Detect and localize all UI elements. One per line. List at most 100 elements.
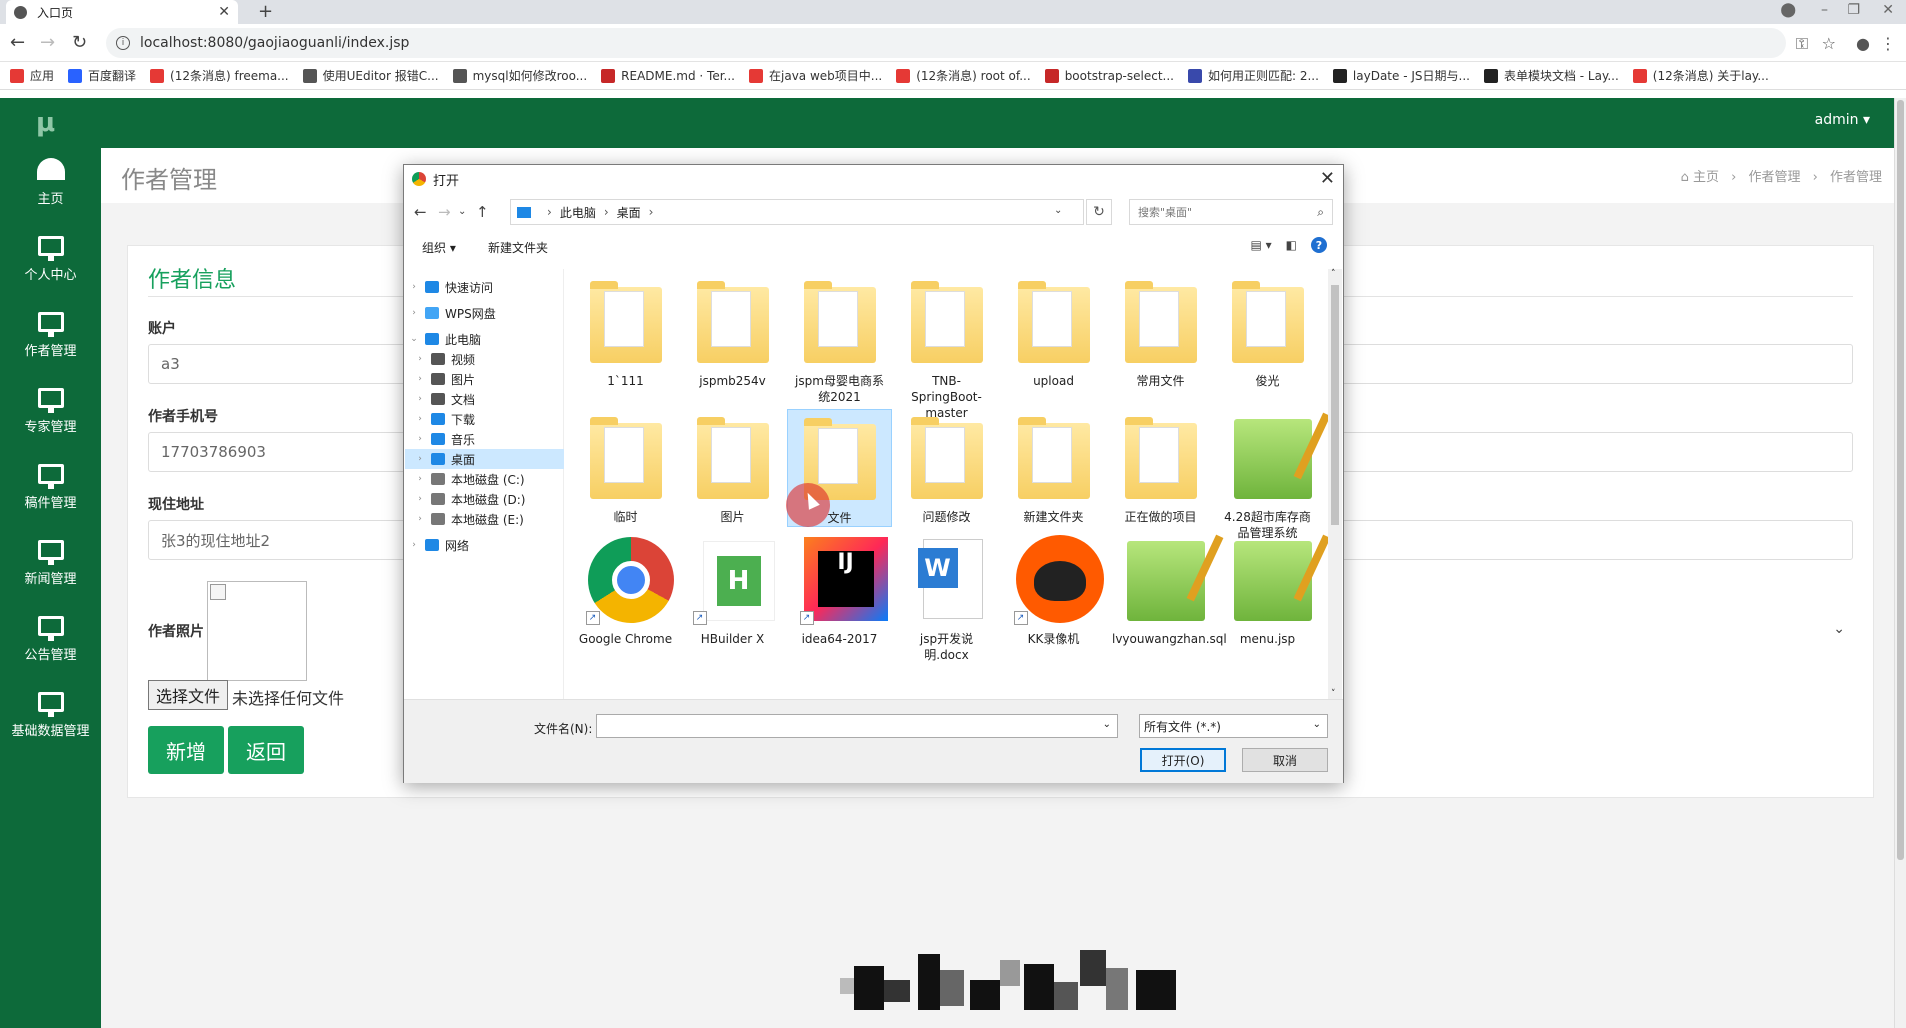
bookmark-item[interactable]: 如何用正则匹配: 2... (1187, 67, 1319, 84)
key-icon[interactable]: ⚿ (1796, 34, 1808, 54)
back-button[interactable]: 返回 (228, 726, 304, 774)
close-tab-icon[interactable]: ✕ (218, 4, 230, 20)
bookmark-item[interactable]: mysql如何修改roo... (452, 67, 587, 84)
file-item[interactable]: 正在做的项目 (1108, 409, 1213, 527)
breadcrumb-home[interactable]: 主页 (1693, 170, 1719, 185)
bookmark-item[interactable]: layDate - JS日期与... (1332, 67, 1470, 84)
file-item[interactable]: menu.jsp (1215, 531, 1320, 663)
nav-item[interactable]: › 网络 (405, 535, 564, 555)
bookmark-item[interactable]: 应用 (10, 67, 54, 84)
bookmark-item[interactable]: README.md · Ter... (601, 68, 735, 83)
chevron-down-icon[interactable]: ⌄ (1103, 719, 1111, 730)
bookmark-item[interactable]: 在java web项目中... (749, 67, 882, 84)
sidebar-item[interactable]: 基础数据管理 (0, 692, 101, 764)
nav-item[interactable]: › 文档 (405, 389, 564, 409)
scroll-up-icon[interactable]: ˄ (1331, 269, 1336, 279)
sidebar-item[interactable]: 稿件管理 (0, 464, 101, 536)
sidebar-item[interactable]: 个人中心 (0, 236, 101, 308)
file-item[interactable]: jspm母婴电商系统2021 (787, 273, 892, 404)
cancel-button[interactable]: 取消 (1242, 748, 1328, 772)
back-icon[interactable]: ← (10, 32, 25, 53)
expand-arrow-icon[interactable]: › (415, 354, 425, 364)
dialog-scrollbar[interactable]: ˄ ˅ (1328, 269, 1342, 699)
expand-arrow-icon[interactable]: › (409, 540, 419, 550)
bookmark-item[interactable]: (12条消息) freema... (150, 67, 289, 84)
breadcrumb-item[interactable]: 作者管理 (1748, 170, 1800, 185)
bookmark-item[interactable]: 使用UEditor 报错C... (302, 67, 439, 84)
file-item[interactable]: upload (1001, 273, 1106, 391)
scroll-down-icon[interactable]: ˅ (1331, 689, 1336, 699)
help-icon[interactable]: ? (1311, 237, 1327, 253)
refresh-icon[interactable]: ↻ (1086, 199, 1112, 225)
preview-pane-icon[interactable]: ◧ (1286, 238, 1297, 252)
file-item[interactable]: 图片 (680, 409, 785, 527)
admin-menu[interactable]: admin ▾ (1815, 112, 1870, 128)
minimize-icon[interactable]: – (1821, 2, 1828, 18)
sidebar-item[interactable]: 作者管理 (0, 312, 101, 384)
nav-item[interactable]: ⌄ 此电脑 (405, 329, 564, 349)
menu-icon[interactable]: ⋮ (1880, 34, 1896, 53)
sidebar-item[interactable]: 新闻管理 (0, 540, 101, 612)
nav-item[interactable]: › 视频 (405, 349, 564, 369)
profile-icon[interactable]: ● (1856, 34, 1870, 53)
expand-arrow-icon[interactable]: › (415, 474, 425, 484)
forward-icon[interactable]: → (40, 32, 55, 53)
file-item[interactable]: 常用文件 (1108, 273, 1213, 391)
path-item-desktop[interactable]: 桌面 (617, 204, 641, 221)
bookmark-item[interactable]: (12条消息) 关于lay... (1632, 67, 1769, 84)
file-item[interactable]: ↗ Google Chrome (573, 531, 678, 663)
file-item[interactable]: 新建文件夹 (1001, 409, 1106, 527)
site-info-icon[interactable]: i (116, 36, 130, 50)
window-close-icon[interactable]: ✕ (1882, 2, 1894, 18)
change-view-icon[interactable]: ▤ ▾ (1250, 238, 1271, 252)
nav-item[interactable]: › WPS网盘 (405, 303, 564, 323)
file-item[interactable]: ↗ KK录像机 (1001, 531, 1106, 663)
nav-item[interactable]: › 下载 (405, 409, 564, 429)
nav-item[interactable]: › 本地磁盘 (E:) (405, 509, 564, 529)
expand-arrow-icon[interactable]: › (415, 434, 425, 444)
path-item-this-pc[interactable]: 此电脑 (560, 204, 596, 221)
choose-file-button[interactable]: 选择文件 (148, 680, 228, 710)
expand-arrow-icon[interactable]: › (409, 282, 419, 292)
page-scrollbar[interactable] (1894, 98, 1906, 1028)
nav-item[interactable]: › 图片 (405, 369, 564, 389)
new-folder-button[interactable]: 新建文件夹 (488, 239, 548, 256)
sidebar-item[interactable]: 公告管理 (0, 616, 101, 688)
file-item[interactable]: IJ ↗ idea64-2017 (787, 531, 892, 663)
nav-item[interactable]: › 桌面 (405, 449, 564, 469)
nav-item[interactable]: › 音乐 (405, 429, 564, 449)
account-icon[interactable]: ⬤ (1780, 2, 1796, 18)
expand-arrow-icon[interactable]: › (415, 454, 425, 464)
file-item[interactable]: jspmb254v (680, 273, 785, 391)
expand-arrow-icon[interactable]: › (415, 394, 425, 404)
chevron-down-icon[interactable]: ⌄ (1833, 621, 1845, 637)
dialog-path-bar[interactable]: › 此电脑 › 桌面 › (510, 199, 1084, 225)
restore-icon[interactable]: ❐ (1847, 2, 1860, 18)
bookmark-item[interactable]: 表单模块文档 - Lay... (1483, 67, 1619, 84)
scrollbar-thumb[interactable] (1897, 100, 1904, 860)
add-button[interactable]: 新增 (148, 726, 224, 774)
expand-arrow-icon[interactable]: › (415, 414, 425, 424)
up-icon[interactable]: ↑ (476, 203, 489, 221)
nav-item[interactable]: › 快速访问 (405, 277, 564, 297)
dialog-search-input[interactable]: 搜索"桌面" ⌕ (1129, 199, 1333, 225)
recent-dropdown-icon[interactable]: ⌄ (458, 206, 466, 217)
bookmark-item[interactable]: bootstrap-select... (1044, 68, 1174, 83)
path-dropdown-icon[interactable]: ⌄ (1054, 205, 1062, 216)
filetype-select[interactable]: 所有文件 (*.*) ⌄ (1139, 714, 1328, 738)
back-icon[interactable]: ← (414, 203, 427, 221)
expand-arrow-icon[interactable]: ⌄ (409, 334, 419, 344)
expand-arrow-icon[interactable]: › (415, 374, 425, 384)
browser-tab[interactable]: 入口页 ✕ (6, 0, 238, 24)
sidebar-item[interactable]: 专家管理 (0, 388, 101, 460)
nav-item[interactable]: › 本地磁盘 (C:) (405, 469, 564, 489)
bookmark-item[interactable]: (12条消息) root of... (896, 67, 1031, 84)
filename-input[interactable]: ⌄ (596, 714, 1118, 738)
file-item[interactable]: Wjsp开发说明.docx (894, 531, 999, 663)
expand-arrow-icon[interactable]: › (415, 514, 425, 524)
organize-menu[interactable]: 组织 ▾ (422, 239, 456, 256)
sidebar-item[interactable]: 主页 (0, 158, 101, 230)
address-bar[interactable]: i localhost:8080/gaojiaoguanli/index.jsp (106, 28, 1786, 58)
forward-icon[interactable]: → (438, 203, 451, 221)
reload-icon[interactable]: ↻ (72, 32, 87, 53)
